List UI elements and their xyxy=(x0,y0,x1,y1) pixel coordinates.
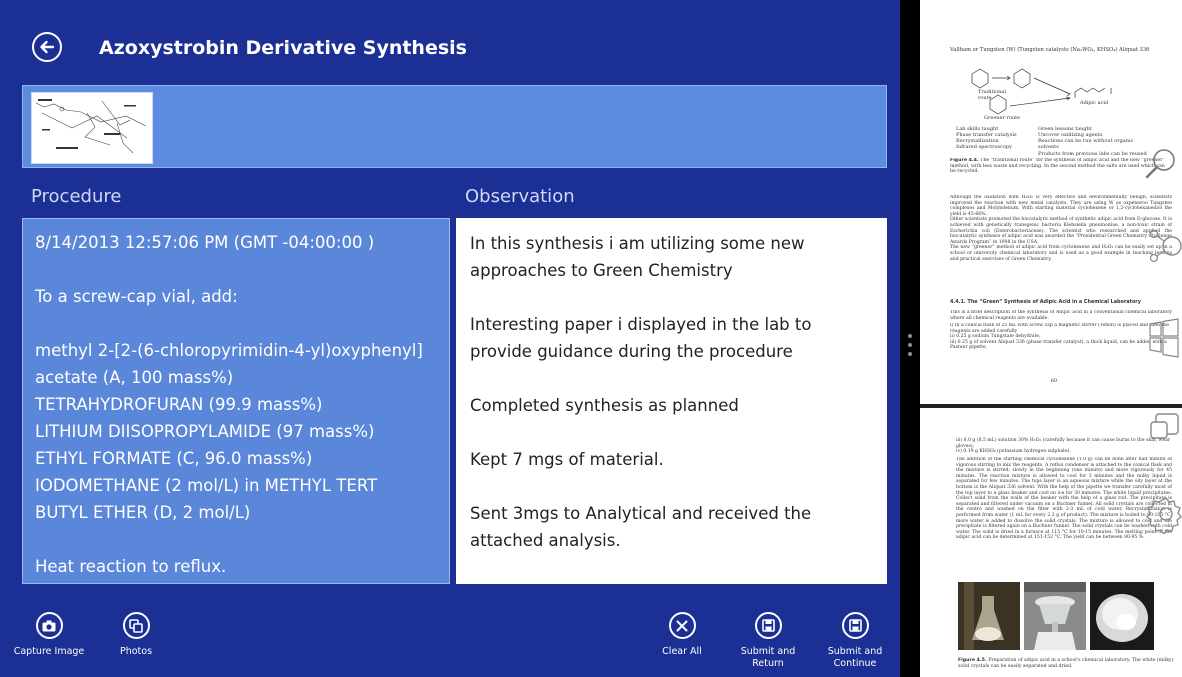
submit-return-label-line: Return xyxy=(752,658,784,669)
snap-splitter[interactable] xyxy=(900,0,920,677)
figure-4-5-caption: Figure 4.5. Preparation of adipic acid i… xyxy=(958,658,1174,669)
observation-paragraph: Sent 3mgs to Analytical and received the… xyxy=(470,504,812,550)
paragraph: This is a brief description of the synth… xyxy=(950,310,1172,321)
paragraph: Other scientists promoted the biocatalyt… xyxy=(950,217,1172,245)
submit-continue-label-line: Submit and xyxy=(827,646,883,657)
scheme-traditional-label: Traditional route xyxy=(978,89,1006,102)
clear-icon xyxy=(668,612,696,639)
reagent-line: BUTYL ETHER (D, 2 mol/L) xyxy=(35,503,251,522)
clear-all-label: Clear All xyxy=(662,646,702,657)
splitter-grip-dot xyxy=(908,334,912,338)
observation-paragraph: In this synthesis i am utilizing some ne… xyxy=(470,234,805,280)
scheme-greener-label: Greener route xyxy=(984,115,1021,121)
zoom-icon[interactable] xyxy=(1144,146,1178,180)
splitter-grip-dot xyxy=(908,343,912,347)
page-title: Azoxystrobin Derivative Synthesis xyxy=(99,37,467,59)
procedure-text: 8/14/2013 12:57:06 PM (GMT -04:00:00 ) T… xyxy=(35,229,439,580)
figure-4-4-caption-text: The “traditional route” for the synthesi… xyxy=(950,158,1165,175)
document-page-1: Vallham or Tungsten (W) (Tungsten cataly… xyxy=(920,0,1182,404)
reagent-line: TETRAHYDROFURAN (99.9 mass%) xyxy=(35,395,323,414)
observation-paragraph: Interesting paper i displayed in the lab… xyxy=(470,315,812,361)
figure-4-4-label: Figure 4.4. xyxy=(950,158,979,163)
figure-4-4-caption: Figure 4.4. The “traditional route” for … xyxy=(950,158,1172,175)
document-viewer[interactable]: Vallham or Tungsten (W) (Tungsten cataly… xyxy=(920,0,1182,677)
settings-icon[interactable] xyxy=(1144,494,1182,534)
figure-4-5-label: Figure 4.5. xyxy=(958,658,987,663)
save-icon xyxy=(754,612,782,639)
attached-images-strip[interactable] xyxy=(22,85,887,168)
reagent-line: LITHIUM DIISOPROPYLAMIDE (97 mass%) xyxy=(35,422,375,441)
observation-heading: Observation xyxy=(465,186,575,207)
observation-paragraph: Completed synthesis as planned xyxy=(470,396,739,415)
green-lessons-text: Uncover oxidizing agents Reactions can b… xyxy=(1038,132,1147,157)
procedure-timestamp: 8/14/2013 12:57:06 PM (GMT -04:00:00 ) xyxy=(35,233,375,252)
clear-all-button[interactable]: Clear All xyxy=(640,612,724,658)
share-icon[interactable] xyxy=(1148,228,1182,264)
page-divider xyxy=(920,404,1182,408)
page2-body: The addition of the starting chemical cy… xyxy=(956,457,1172,541)
save-icon xyxy=(841,612,869,639)
figure-4-5-caption-text: Preparation of adipic acid in a school's… xyxy=(958,658,1174,669)
reagent-line: methyl 2-[2-(6-chloropyrimidin-4-yl)oxyp… xyxy=(35,341,423,360)
submit-return-label-line: Submit and xyxy=(740,646,796,657)
photos-icon xyxy=(122,612,150,639)
splitter-grip-dot xyxy=(908,352,912,356)
back-button[interactable] xyxy=(32,32,62,62)
page1-heading-text: Vallham or Tungsten (W) (Tungsten cataly… xyxy=(950,47,1150,53)
paragraph: The new “greener” method of adipic acid … xyxy=(950,245,1172,262)
page-number: 60 xyxy=(1050,378,1058,384)
observation-paragraph: Kept 7 mgs of material. xyxy=(470,450,664,469)
reagent-line: acetate (A, 100 mass%) xyxy=(35,368,234,387)
scheme-product-label: Adipic acid xyxy=(1080,100,1109,106)
document-thumbnail-image xyxy=(32,93,152,163)
page1-list: i) In a conical flask of 25 mL with scre… xyxy=(950,323,1169,351)
page1-body: Although the oxidation with H₂O₂ is very… xyxy=(950,195,1172,262)
camera-icon xyxy=(35,612,63,639)
procedure-heading: Procedure xyxy=(31,186,122,207)
photos-label: Photos xyxy=(119,646,153,657)
lab-photo-flask xyxy=(958,582,1020,650)
document-thumbnail[interactable] xyxy=(31,92,153,164)
reagent-line: IODOMETHANE (2 mol/L) in METHYL TERT xyxy=(35,476,378,495)
procedure-editor[interactable]: 8/14/2013 12:57:06 PM (GMT -04:00:00 ) T… xyxy=(22,218,450,584)
submit-and-continue-button[interactable]: Submit and Continue xyxy=(813,612,897,670)
lab-photo-filtration xyxy=(1024,582,1086,650)
observation-editor[interactable]: In this synthesis i am utilizing some ne… xyxy=(456,218,887,584)
reagent-line: ETHYL FORMATE (C, 96.0 mass%) xyxy=(35,449,313,468)
capture-image-button[interactable]: Capture Image xyxy=(7,612,91,658)
submit-and-return-button[interactable]: Submit and Return xyxy=(726,612,810,670)
app-panel: Azoxystrobin Derivative Synthesis Proced… xyxy=(0,0,900,677)
lab-photo-crystals xyxy=(1090,582,1154,650)
procedure-intro: To a screw-cap vial, add: xyxy=(35,287,238,306)
photos-button[interactable]: Photos xyxy=(94,612,178,658)
start-icon[interactable] xyxy=(1148,316,1180,360)
page2-list: iii) 8.0 g (8.5 mL) solution 30% H₂O₂ (c… xyxy=(956,438,1171,455)
observation-text: In this synthesis i am utilizing some ne… xyxy=(470,230,872,581)
submit-continue-label-line: Continue xyxy=(833,658,877,669)
lab-skills-text: Phase transfer catalysis Recrystallizati… xyxy=(956,132,1017,151)
section-heading: 4.4.1. The “Green” Synthesis of Adipic A… xyxy=(950,299,1141,305)
devices-icon[interactable] xyxy=(1148,410,1182,444)
procedure-step: Heat reaction to reflux. xyxy=(35,557,227,576)
paragraph: Although the oxidation with H₂O₂ is very… xyxy=(950,195,1172,217)
capture-image-label: Capture Image xyxy=(13,646,85,657)
back-arrow-icon xyxy=(40,40,55,54)
